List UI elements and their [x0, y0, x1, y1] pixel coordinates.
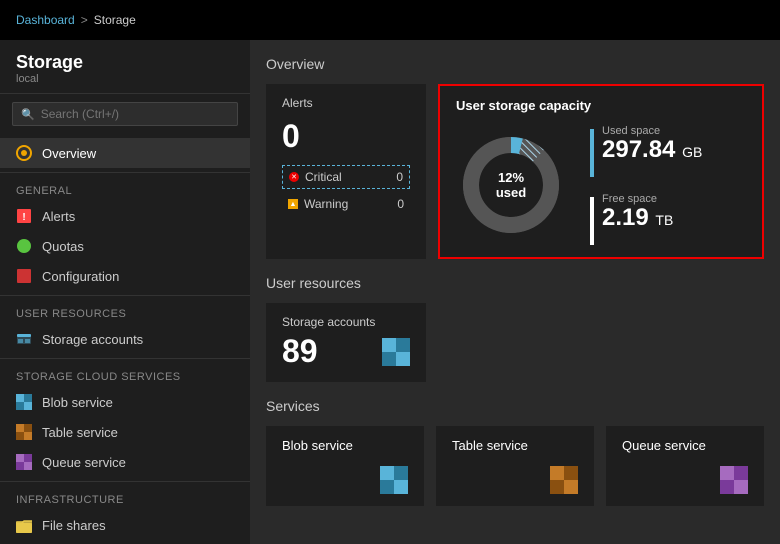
queue-icon	[16, 454, 32, 470]
overview-icon	[16, 145, 32, 161]
sidebar-label-file-shares: File shares	[42, 518, 106, 533]
critical-label: Critical	[305, 170, 390, 184]
content-area: Overview Alerts 0 Critical 0 Warning 0	[250, 40, 780, 544]
search-box[interactable]: 🔍	[12, 102, 238, 126]
sidebar-subtitle: local	[16, 73, 234, 85]
storage-accounts-card-icon	[382, 338, 410, 366]
sidebar-item-storage-accounts[interactable]: Storage accounts	[0, 324, 250, 354]
sidebar-item-blob-service[interactable]: Blob service	[0, 387, 250, 417]
blob-service-icon	[380, 466, 408, 494]
storage-accounts-card[interactable]: Storage accounts 89	[266, 303, 426, 382]
queue-service-icon	[720, 466, 748, 494]
quotas-icon	[16, 238, 32, 254]
breadcrumb-separator: >	[81, 13, 88, 27]
search-icon: 🔍	[21, 108, 35, 121]
sidebar: Storage local 🔍 Overview General ! Alert…	[0, 40, 250, 544]
sidebar-nav: Overview General ! Alerts Quotas	[0, 134, 250, 544]
capacity-body: 12% used Used space 297.84 GB	[456, 125, 746, 245]
warning-label: Warning	[304, 197, 391, 211]
sidebar-label-configuration: Configuration	[42, 269, 119, 284]
breadcrumb-dashboard[interactable]: Dashboard	[16, 13, 75, 27]
table-icon	[16, 424, 32, 440]
sidebar-label-storage-accounts: Storage accounts	[42, 332, 143, 347]
used-value: 297.84 GB	[602, 137, 702, 163]
svg-text:!: !	[22, 212, 25, 223]
sidebar-item-overview[interactable]: Overview	[0, 138, 250, 168]
main-layout: Storage local 🔍 Overview General ! Alert…	[0, 40, 780, 544]
storage-accounts-count-row: 89	[282, 333, 410, 370]
sidebar-label-blob: Blob service	[42, 395, 113, 410]
free-space-stat: Free space 2.19 TB	[590, 193, 702, 245]
storage-accounts-count: 89	[282, 333, 318, 370]
blob-service-title: Blob service	[282, 438, 408, 453]
sidebar-label-table: Table service	[42, 425, 118, 440]
overview-row: Alerts 0 Critical 0 Warning 0 User stora…	[266, 84, 764, 259]
file-shares-icon	[16, 517, 32, 533]
breadcrumb-current: Storage	[94, 13, 136, 27]
free-value: 2.19 TB	[602, 205, 673, 231]
sidebar-label-alerts: Alerts	[42, 209, 75, 224]
stat-block: Used space 297.84 GB Free space	[590, 125, 702, 245]
free-info: Free space 2.19 TB	[602, 193, 673, 231]
alerts-count: 0	[282, 118, 410, 155]
sidebar-item-configuration[interactable]: Configuration	[0, 261, 250, 291]
used-space-stat: Used space 297.84 GB	[590, 125, 702, 177]
warning-icon	[288, 199, 298, 209]
service-card-blob[interactable]: Blob service	[266, 426, 424, 506]
warning-alert-row[interactable]: Warning 0	[282, 193, 410, 215]
breadcrumb: Dashboard > Storage	[16, 13, 136, 27]
sidebar-item-quotas[interactable]: Quotas	[0, 231, 250, 261]
service-card-table[interactable]: Table service	[436, 426, 594, 506]
section-user-resources: User resources	[0, 300, 250, 324]
services-row: Blob service Table service	[266, 426, 764, 506]
sidebar-item-table-service[interactable]: Table service	[0, 417, 250, 447]
storage-accounts-title: Storage accounts	[282, 315, 410, 329]
queue-service-title: Queue service	[622, 438, 748, 453]
critical-icon	[289, 172, 299, 182]
section-general: General	[0, 177, 250, 201]
user-resources-title: User resources	[266, 275, 764, 291]
storage-accounts-icon	[16, 331, 32, 347]
section-storage-cloud-services: Storage cloud services	[0, 363, 250, 387]
blob-icon	[16, 394, 32, 410]
table-service-title: Table service	[452, 438, 578, 453]
top-nav: Dashboard > Storage	[0, 0, 780, 40]
sidebar-item-queue-service[interactable]: Queue service	[0, 447, 250, 477]
overview-title: Overview	[266, 56, 764, 72]
used-bar	[590, 129, 594, 177]
sidebar-header: Storage local	[0, 40, 250, 94]
user-resources-section: User resources Storage accounts 89	[266, 275, 764, 382]
free-bar	[590, 197, 594, 245]
services-title: Services	[266, 398, 764, 414]
sidebar-label-quotas: Quotas	[42, 239, 84, 254]
sidebar-title: Storage	[16, 52, 234, 73]
configuration-icon	[16, 268, 32, 284]
sidebar-label-queue: Queue service	[42, 455, 126, 470]
donut-chart: 12% used	[456, 130, 566, 240]
alerts-icon: !	[16, 208, 32, 224]
table-service-icon	[550, 466, 578, 494]
sidebar-item-file-shares[interactable]: File shares	[0, 510, 250, 540]
alerts-card-title: Alerts	[282, 96, 410, 110]
services-section: Services Blob service Table service	[266, 398, 764, 506]
capacity-title: User storage capacity	[456, 98, 746, 113]
used-info: Used space 297.84 GB	[602, 125, 702, 163]
service-card-queue[interactable]: Queue service	[606, 426, 764, 506]
search-input[interactable]	[41, 107, 229, 121]
warning-count: 0	[397, 197, 404, 211]
capacity-card: User storage capacity	[438, 84, 764, 259]
section-infrastructure: Infrastructure	[0, 486, 250, 510]
sidebar-item-alerts[interactable]: ! Alerts	[0, 201, 250, 231]
sidebar-label-overview: Overview	[42, 146, 96, 161]
critical-alert-row[interactable]: Critical 0	[282, 165, 410, 189]
alerts-card: Alerts 0 Critical 0 Warning 0	[266, 84, 426, 259]
critical-count: 0	[396, 170, 403, 184]
